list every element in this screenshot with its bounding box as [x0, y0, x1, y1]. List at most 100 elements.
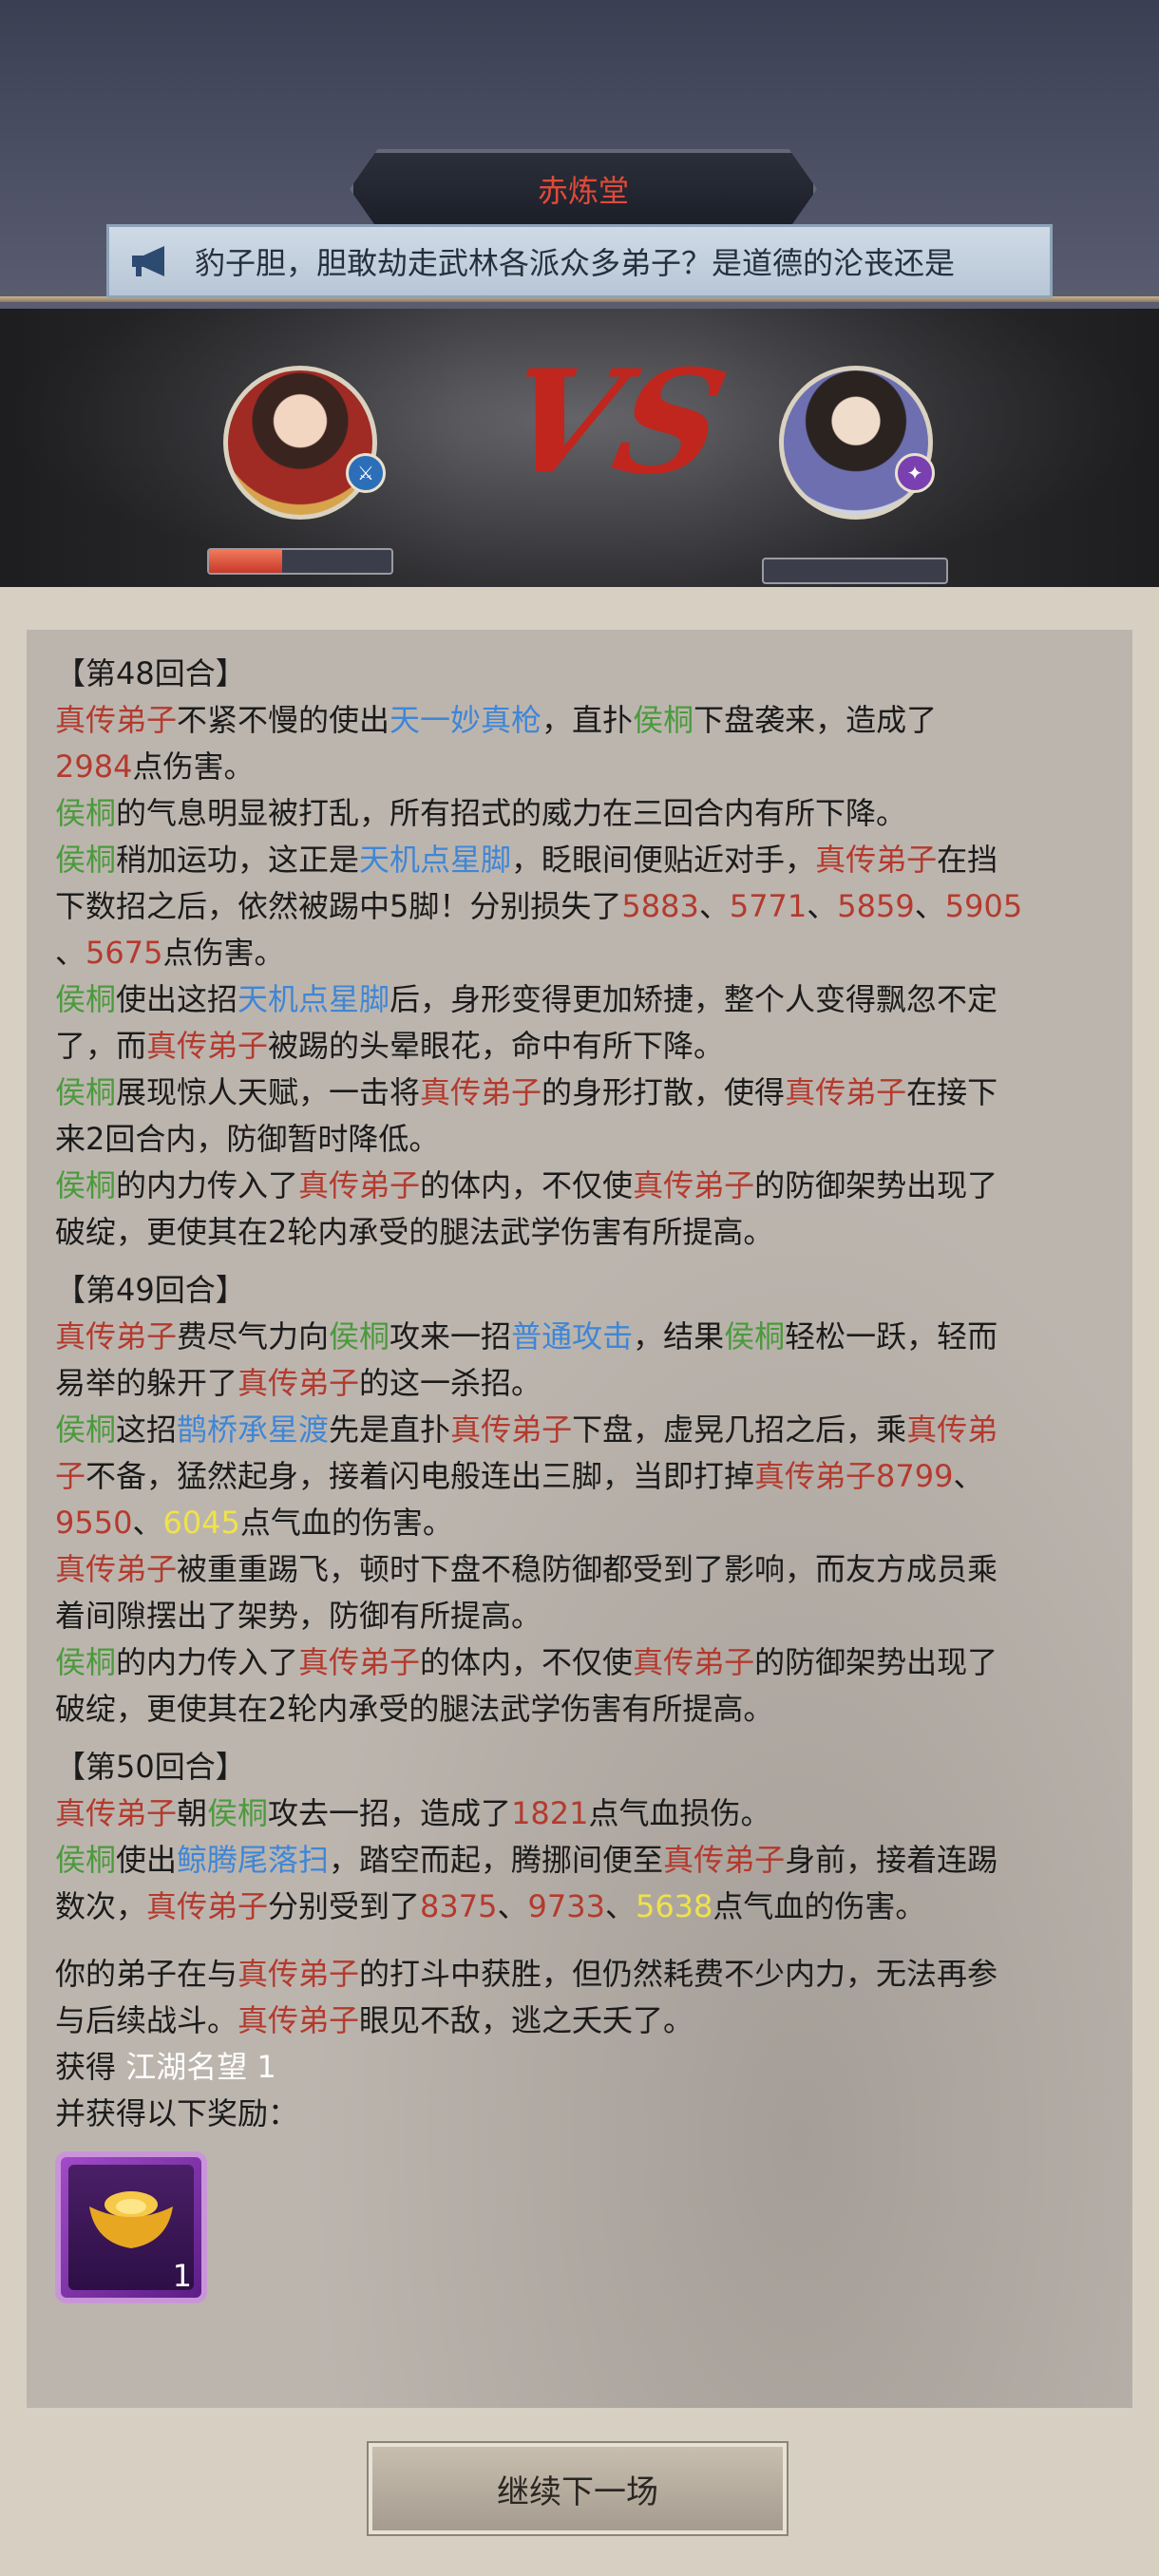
- log-segment: 被重重踢飞，顿时下盘不稳防御都受到了影响，而友方成员乘: [177, 1551, 998, 1587]
- log-segment: 、: [953, 1458, 984, 1494]
- log-segment: 8799: [876, 1458, 954, 1494]
- gold-ingot-icon: [89, 2191, 173, 2248]
- battle-scene: ⚔ VS ✦: [0, 309, 1159, 587]
- log-line: 子不备，猛然起身，接着闪电般连出三脚，当即打掉真传弟子8799、: [55, 1453, 1108, 1500]
- log-segment: 身前，接着连踢: [785, 1842, 998, 1878]
- log-segment: 侯桐: [55, 981, 117, 1017]
- log-line: 易举的躲开了真传弟子的这一杀招。: [55, 1360, 1108, 1407]
- player-avatar[interactable]: [223, 366, 377, 520]
- log-segment: 侯桐: [55, 842, 117, 878]
- log-segment: 5905: [944, 888, 1023, 924]
- log-segment: ，直扑: [542, 702, 634, 738]
- log-segment: 、: [698, 888, 730, 924]
- log-segment: 费尽气力向: [177, 1318, 330, 1354]
- log-segment: 真传弟子: [633, 1167, 755, 1203]
- log-segment: 点伤害。: [132, 748, 255, 785]
- log-segment: 真传弟子: [238, 1365, 360, 1401]
- gain-label: 获得: [55, 2049, 117, 2085]
- log-segment: 的体内，不仅使: [420, 1644, 634, 1680]
- round-header: 【第48回合】: [55, 655, 246, 691]
- log-segment: 真传弟: [906, 1411, 998, 1448]
- log-segment: 5771: [729, 888, 808, 924]
- log-segment: 真传弟子: [815, 842, 938, 878]
- log-segment: 朝: [177, 1795, 208, 1831]
- log-segment: 侯桐: [633, 702, 694, 738]
- log-segment: 真传弟子: [146, 1028, 269, 1064]
- megaphone-icon: [132, 246, 164, 276]
- log-segment: 、: [807, 888, 838, 924]
- log-segment: 轻松一跃，轻而: [785, 1318, 998, 1354]
- log-segment: 真传弟子: [663, 1842, 786, 1878]
- player-weapon-badge-icon: ⚔: [346, 453, 386, 493]
- log-segment: 点气血的伤害。: [239, 1505, 453, 1541]
- notice-text: 豹子胆，胆敢劫走武林各派众多弟子？是道德的沦丧还是: [195, 245, 956, 281]
- log-segment: 真传弟子: [420, 1074, 542, 1110]
- log-segment: ，踏空而起，腾挪间便至: [329, 1842, 664, 1878]
- log-segment: 5675: [86, 935, 163, 971]
- log-line: 侯桐使出这招天机点星脚后，身形变得更加矫捷，整个人变得飘忽不定: [55, 976, 1108, 1023]
- log-segment: 的内力传入了: [116, 1167, 299, 1203]
- log-segment: 真传弟子: [450, 1411, 573, 1448]
- log-line: 破绽，更使其在2轮内承受的腿法武学伤害有所提高。: [55, 1209, 1108, 1256]
- log-segment: 在挡: [937, 842, 998, 878]
- log-segment: 与后续战斗。: [55, 2002, 238, 2038]
- log-line: 来2回合内，防御暂时降低。: [55, 1116, 1108, 1163]
- reward-item-slot[interactable]: 1: [55, 2151, 207, 2303]
- log-segment: 真传弟子: [55, 1795, 178, 1831]
- log-segment: 、: [497, 1888, 528, 1924]
- round-header: 【第49回合】: [55, 1272, 246, 1308]
- log-segment: 、: [604, 1888, 636, 1924]
- log-segment: 后，身形变得更加矫捷，整个人变得飘忽不定: [390, 981, 998, 1017]
- log-line: 真传弟子不紧不慢的使出天一妙真枪，直扑侯桐下盘袭来，造成了: [55, 697, 1108, 744]
- log-segment: 真传弟子: [633, 1644, 755, 1680]
- log-segment: 天机点星脚: [238, 981, 390, 1017]
- log-segment: 9550: [55, 1505, 133, 1541]
- log-segment: 破绽，更使其在2轮内承受的腿法武学伤害有所提高。: [55, 1691, 774, 1727]
- log-segment: 侯桐: [329, 1318, 390, 1354]
- log-line: 了，而真传弟子被踢的头晕眼花，命中有所下降。: [55, 1023, 1108, 1070]
- log-segment: 在接下: [906, 1074, 998, 1110]
- log-segment: 易举的躲开了: [55, 1365, 238, 1401]
- log-segment: 不备，猛然起身，接着闪电般连出三脚，当即打掉: [86, 1458, 755, 1494]
- log-segment: 真传弟子: [238, 2002, 360, 2038]
- log-segment: 的体内，不仅使: [420, 1167, 634, 1203]
- notice-bar: 豹子胆，胆敢劫走武林各派众多弟子？是道德的沦丧还是: [106, 224, 1053, 298]
- enemy-hp-bar: [762, 558, 948, 584]
- log-segment: 被踢的头晕眼花，命中有所下降。: [268, 1028, 725, 1064]
- log-line: 侯桐稍加运功，这正是天机点星脚，眨眼间便贴近对手，真传弟子在挡: [55, 837, 1108, 883]
- log-segment: 的防御架势出现了: [754, 1167, 998, 1203]
- log-line: 真传弟子朝侯桐攻去一招，造成了1821点气血损伤。: [55, 1790, 1108, 1837]
- log-segment: 稍加运功，这正是: [116, 842, 360, 878]
- continue-next-button[interactable]: 继续下一场: [367, 2441, 788, 2536]
- log-segment: 5883: [621, 888, 699, 924]
- battle-log: 【第48回合】 真传弟子不紧不慢的使出天一妙真枪，直扑侯桐下盘袭来，造成了 29…: [55, 651, 1108, 2137]
- log-segment: 9733: [527, 1888, 605, 1924]
- log-segment: 破绽，更使其在2轮内承受的腿法武学伤害有所提高。: [55, 1214, 774, 1250]
- log-segment: 下盘袭来，造成了: [694, 702, 938, 738]
- log-line: 2984点伤害。: [55, 744, 1108, 790]
- log-segment: 的这一杀招。: [359, 1365, 542, 1401]
- battle-log-panel[interactable]: 【第48回合】 真传弟子不紧不慢的使出天一妙真枪，直扑侯桐下盘袭来，造成了 29…: [27, 630, 1132, 2408]
- log-segment: 点气血损伤。: [588, 1795, 771, 1831]
- enemy-avatar[interactable]: [779, 366, 933, 520]
- log-segment: 5638: [635, 1888, 713, 1924]
- player-hp-bar: [207, 548, 393, 575]
- round-header: 【第50回合】: [55, 1749, 246, 1785]
- log-segment: 数次，: [55, 1888, 147, 1924]
- page-title: 赤炼堂: [537, 173, 629, 209]
- log-segment: 6045: [162, 1505, 240, 1541]
- log-segment: 真传弟子: [55, 1318, 178, 1354]
- log-segment: 攻去一招，造成了: [268, 1795, 512, 1831]
- log-segment: 侯桐: [55, 1074, 117, 1110]
- log-segment: 1821: [511, 1795, 589, 1831]
- log-segment: 侯桐: [55, 795, 117, 831]
- log-segment: 真传弟子: [785, 1074, 907, 1110]
- log-line: 真传弟子被重重踢飞，顿时下盘不稳防御都受到了影响，而友方成员乘: [55, 1546, 1108, 1593]
- log-segment: 2984: [55, 748, 133, 785]
- log-segment: 着间隙摆出了架势，防御有所提高。: [55, 1598, 542, 1634]
- player-hp-fill: [209, 550, 282, 573]
- log-line: 侯桐使出鲸腾尾落扫，踏空而起，腾挪间便至真传弟子身前，接着连踢: [55, 1837, 1108, 1884]
- result-line: 你的弟子在与真传弟子的打斗中获胜，但仍然耗费不少内力，无法再参: [55, 1951, 1108, 1998]
- log-line: 真传弟子费尽气力向侯桐攻来一招普通攻击，结果侯桐轻松一跃，轻而: [55, 1314, 1108, 1360]
- log-segment: 鹊桥承星渡: [177, 1411, 330, 1448]
